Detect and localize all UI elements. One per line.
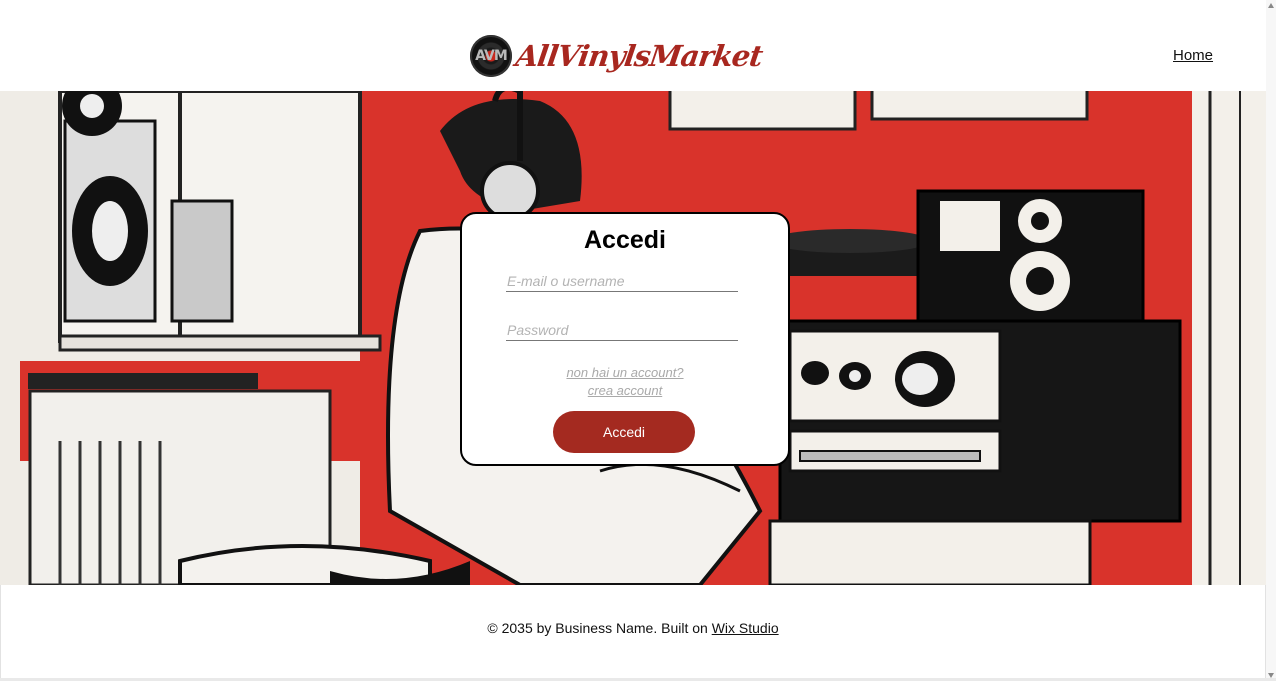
page-scrollbar[interactable] <box>1266 0 1276 681</box>
logo-mark: AVM <box>475 48 508 64</box>
site-logo[interactable]: AVM AllVinylsMarket <box>470 35 765 77</box>
no-account-link[interactable]: non hai un account? <box>566 365 683 380</box>
footer-wix-link[interactable]: Wix Studio <box>712 620 779 636</box>
login-title: Accedi <box>584 226 666 254</box>
nav-link-home[interactable]: Home <box>1173 47 1213 64</box>
create-account-link[interactable]: crea account <box>588 383 662 398</box>
login-card: Accedi non hai un account? crea account … <box>460 212 790 466</box>
password-field[interactable] <box>506 319 738 341</box>
site-footer: © 2035 by Business Name. Built on Wix St… <box>0 620 1266 636</box>
site-header: AVM AllVinylsMarket Home <box>0 0 1266 91</box>
email-field[interactable] <box>506 270 738 292</box>
footer-copyright: © 2035 by Business Name. Built on <box>487 620 708 636</box>
logo-text: AllVinylsMarket <box>513 39 765 73</box>
login-button[interactable]: Accedi <box>553 411 695 453</box>
chevron-up-icon[interactable] <box>1268 3 1274 8</box>
vinyl-record-icon: AVM <box>470 35 512 77</box>
signup-prompt: non hai un account? crea account <box>462 364 788 400</box>
